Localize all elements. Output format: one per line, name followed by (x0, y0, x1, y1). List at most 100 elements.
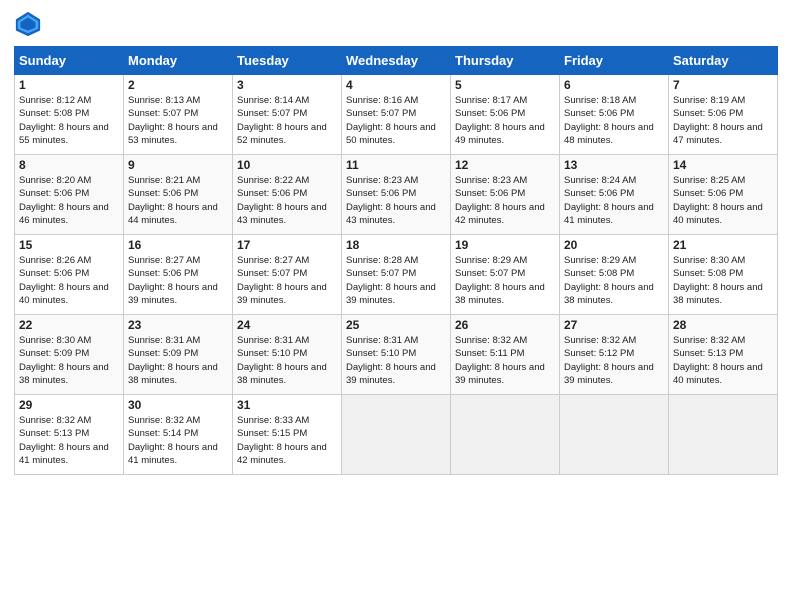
day-number: 27 (564, 318, 664, 332)
day-number: 16 (128, 238, 228, 252)
day-cell: 23 Sunrise: 8:31 AM Sunset: 5:09 PM Dayl… (124, 315, 233, 395)
day-number: 3 (237, 78, 337, 92)
day-cell: 7 Sunrise: 8:19 AM Sunset: 5:06 PM Dayli… (669, 75, 778, 155)
day-info: Sunrise: 8:27 AM Sunset: 5:07 PM Dayligh… (237, 254, 337, 307)
day-info: Sunrise: 8:31 AM Sunset: 5:10 PM Dayligh… (346, 334, 446, 387)
col-thursday: Thursday (451, 47, 560, 75)
day-info: Sunrise: 8:25 AM Sunset: 5:06 PM Dayligh… (673, 174, 773, 227)
day-number: 19 (455, 238, 555, 252)
day-info: Sunrise: 8:31 AM Sunset: 5:09 PM Dayligh… (128, 334, 228, 387)
col-wednesday: Wednesday (342, 47, 451, 75)
day-info: Sunrise: 8:33 AM Sunset: 5:15 PM Dayligh… (237, 414, 337, 467)
day-cell: 19 Sunrise: 8:29 AM Sunset: 5:07 PM Dayl… (451, 235, 560, 315)
header-row: Sunday Monday Tuesday Wednesday Thursday… (15, 47, 778, 75)
day-number: 28 (673, 318, 773, 332)
day-number: 20 (564, 238, 664, 252)
day-info: Sunrise: 8:20 AM Sunset: 5:06 PM Dayligh… (19, 174, 119, 227)
col-sunday: Sunday (15, 47, 124, 75)
day-number: 24 (237, 318, 337, 332)
day-cell: 13 Sunrise: 8:24 AM Sunset: 5:06 PM Dayl… (560, 155, 669, 235)
day-cell: 30 Sunrise: 8:32 AM Sunset: 5:14 PM Dayl… (124, 395, 233, 475)
empty-cell (560, 395, 669, 475)
day-cell: 14 Sunrise: 8:25 AM Sunset: 5:06 PM Dayl… (669, 155, 778, 235)
day-number: 13 (564, 158, 664, 172)
day-cell: 26 Sunrise: 8:32 AM Sunset: 5:11 PM Dayl… (451, 315, 560, 395)
day-cell: 12 Sunrise: 8:23 AM Sunset: 5:06 PM Dayl… (451, 155, 560, 235)
empty-cell (669, 395, 778, 475)
day-cell: 10 Sunrise: 8:22 AM Sunset: 5:06 PM Dayl… (233, 155, 342, 235)
day-number: 14 (673, 158, 773, 172)
day-cell: 24 Sunrise: 8:31 AM Sunset: 5:10 PM Dayl… (233, 315, 342, 395)
day-info: Sunrise: 8:30 AM Sunset: 5:08 PM Dayligh… (673, 254, 773, 307)
day-info: Sunrise: 8:23 AM Sunset: 5:06 PM Dayligh… (455, 174, 555, 227)
day-info: Sunrise: 8:12 AM Sunset: 5:08 PM Dayligh… (19, 94, 119, 147)
col-monday: Monday (124, 47, 233, 75)
day-info: Sunrise: 8:31 AM Sunset: 5:10 PM Dayligh… (237, 334, 337, 387)
day-number: 10 (237, 158, 337, 172)
day-number: 23 (128, 318, 228, 332)
day-info: Sunrise: 8:26 AM Sunset: 5:06 PM Dayligh… (19, 254, 119, 307)
day-info: Sunrise: 8:13 AM Sunset: 5:07 PM Dayligh… (128, 94, 228, 147)
week-row: 1 Sunrise: 8:12 AM Sunset: 5:08 PM Dayli… (15, 75, 778, 155)
day-cell: 28 Sunrise: 8:32 AM Sunset: 5:13 PM Dayl… (669, 315, 778, 395)
day-info: Sunrise: 8:18 AM Sunset: 5:06 PM Dayligh… (564, 94, 664, 147)
day-cell: 9 Sunrise: 8:21 AM Sunset: 5:06 PM Dayli… (124, 155, 233, 235)
week-row: 15 Sunrise: 8:26 AM Sunset: 5:06 PM Dayl… (15, 235, 778, 315)
header (14, 10, 778, 38)
day-info: Sunrise: 8:16 AM Sunset: 5:07 PM Dayligh… (346, 94, 446, 147)
day-cell: 18 Sunrise: 8:28 AM Sunset: 5:07 PM Dayl… (342, 235, 451, 315)
day-info: Sunrise: 8:28 AM Sunset: 5:07 PM Dayligh… (346, 254, 446, 307)
calendar-table: Sunday Monday Tuesday Wednesday Thursday… (14, 46, 778, 475)
day-info: Sunrise: 8:29 AM Sunset: 5:08 PM Dayligh… (564, 254, 664, 307)
day-number: 18 (346, 238, 446, 252)
day-info: Sunrise: 8:17 AM Sunset: 5:06 PM Dayligh… (455, 94, 555, 147)
day-info: Sunrise: 8:27 AM Sunset: 5:06 PM Dayligh… (128, 254, 228, 307)
day-number: 1 (19, 78, 119, 92)
week-row: 22 Sunrise: 8:30 AM Sunset: 5:09 PM Dayl… (15, 315, 778, 395)
day-number: 8 (19, 158, 119, 172)
day-number: 6 (564, 78, 664, 92)
day-number: 7 (673, 78, 773, 92)
day-info: Sunrise: 8:21 AM Sunset: 5:06 PM Dayligh… (128, 174, 228, 227)
day-cell: 17 Sunrise: 8:27 AM Sunset: 5:07 PM Dayl… (233, 235, 342, 315)
day-cell: 15 Sunrise: 8:26 AM Sunset: 5:06 PM Dayl… (15, 235, 124, 315)
day-cell: 22 Sunrise: 8:30 AM Sunset: 5:09 PM Dayl… (15, 315, 124, 395)
day-number: 17 (237, 238, 337, 252)
day-number: 9 (128, 158, 228, 172)
week-row: 29 Sunrise: 8:32 AM Sunset: 5:13 PM Dayl… (15, 395, 778, 475)
day-cell: 5 Sunrise: 8:17 AM Sunset: 5:06 PM Dayli… (451, 75, 560, 155)
day-number: 31 (237, 398, 337, 412)
logo (14, 10, 44, 38)
day-number: 15 (19, 238, 119, 252)
day-info: Sunrise: 8:24 AM Sunset: 5:06 PM Dayligh… (564, 174, 664, 227)
day-number: 5 (455, 78, 555, 92)
day-info: Sunrise: 8:32 AM Sunset: 5:12 PM Dayligh… (564, 334, 664, 387)
day-number: 11 (346, 158, 446, 172)
day-number: 30 (128, 398, 228, 412)
day-cell: 3 Sunrise: 8:14 AM Sunset: 5:07 PM Dayli… (233, 75, 342, 155)
col-tuesday: Tuesday (233, 47, 342, 75)
day-cell: 21 Sunrise: 8:30 AM Sunset: 5:08 PM Dayl… (669, 235, 778, 315)
week-row: 8 Sunrise: 8:20 AM Sunset: 5:06 PM Dayli… (15, 155, 778, 235)
day-info: Sunrise: 8:30 AM Sunset: 5:09 PM Dayligh… (19, 334, 119, 387)
day-cell: 11 Sunrise: 8:23 AM Sunset: 5:06 PM Dayl… (342, 155, 451, 235)
day-cell: 27 Sunrise: 8:32 AM Sunset: 5:12 PM Dayl… (560, 315, 669, 395)
logo-icon (14, 10, 42, 38)
empty-cell (451, 395, 560, 475)
col-friday: Friday (560, 47, 669, 75)
day-cell: 25 Sunrise: 8:31 AM Sunset: 5:10 PM Dayl… (342, 315, 451, 395)
day-number: 21 (673, 238, 773, 252)
day-cell: 6 Sunrise: 8:18 AM Sunset: 5:06 PM Dayli… (560, 75, 669, 155)
day-number: 2 (128, 78, 228, 92)
day-info: Sunrise: 8:22 AM Sunset: 5:06 PM Dayligh… (237, 174, 337, 227)
day-info: Sunrise: 8:14 AM Sunset: 5:07 PM Dayligh… (237, 94, 337, 147)
day-number: 4 (346, 78, 446, 92)
day-info: Sunrise: 8:32 AM Sunset: 5:13 PM Dayligh… (673, 334, 773, 387)
day-info: Sunrise: 8:19 AM Sunset: 5:06 PM Dayligh… (673, 94, 773, 147)
day-cell: 31 Sunrise: 8:33 AM Sunset: 5:15 PM Dayl… (233, 395, 342, 475)
day-cell: 2 Sunrise: 8:13 AM Sunset: 5:07 PM Dayli… (124, 75, 233, 155)
day-number: 25 (346, 318, 446, 332)
day-number: 26 (455, 318, 555, 332)
day-info: Sunrise: 8:32 AM Sunset: 5:14 PM Dayligh… (128, 414, 228, 467)
day-cell: 16 Sunrise: 8:27 AM Sunset: 5:06 PM Dayl… (124, 235, 233, 315)
